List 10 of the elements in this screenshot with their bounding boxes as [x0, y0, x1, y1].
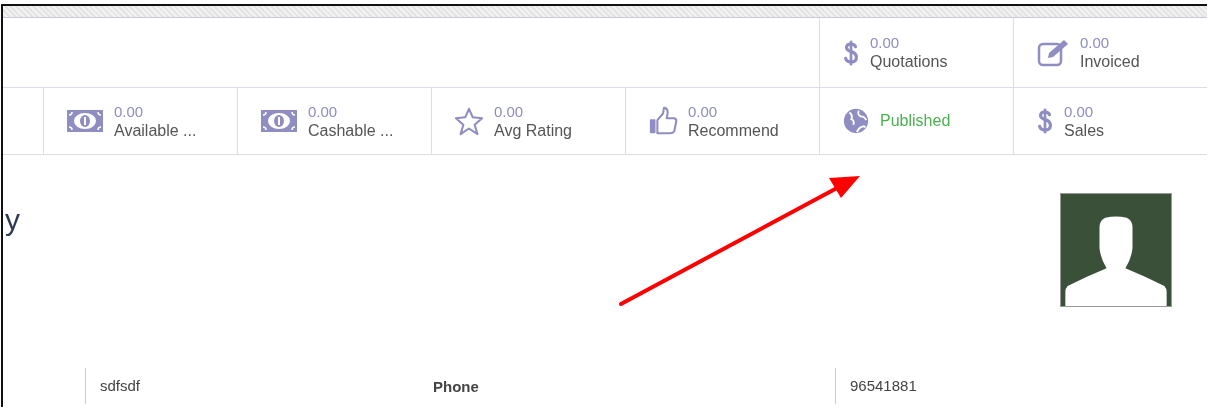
record-title: y: [5, 205, 20, 235]
field-value: sdfsdf: [85, 368, 433, 404]
banknote-icon: [260, 108, 298, 134]
banknote-icon: [66, 108, 104, 134]
thumbs-up-icon: [648, 106, 678, 136]
field-value: 96541881: [835, 368, 1207, 404]
edit-icon: [1036, 37, 1070, 68]
field-label: Phone: [433, 377, 480, 395]
star-icon: [454, 106, 484, 136]
globe-icon: [842, 107, 870, 135]
